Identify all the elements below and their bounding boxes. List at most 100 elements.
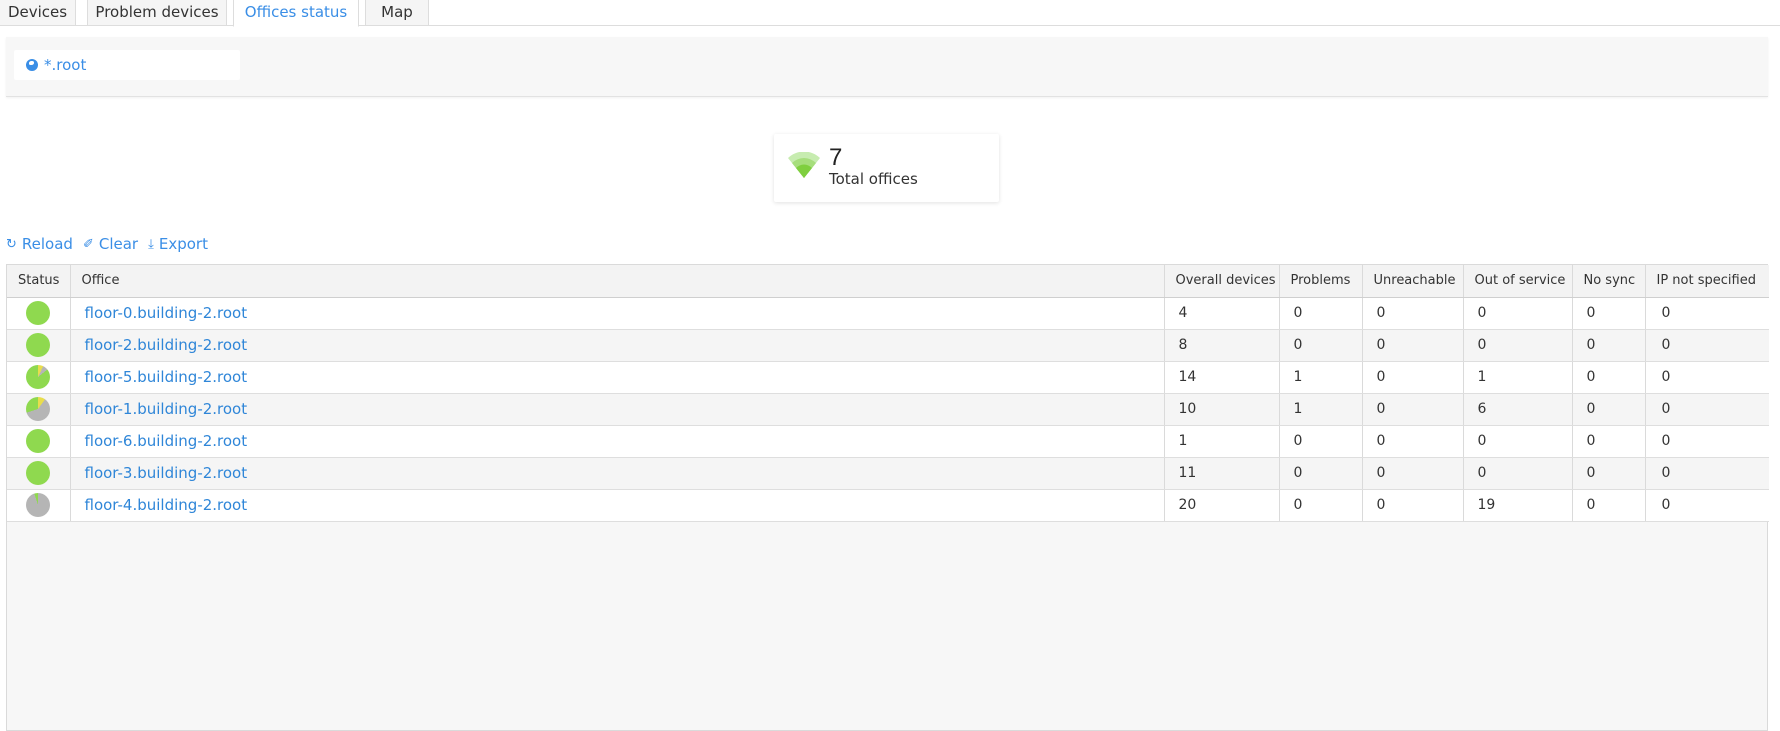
no-sync-cell: 0 <box>1572 297 1646 330</box>
office-cell: floor-1.building-2.root <box>70 393 1165 426</box>
column-header-status[interactable]: Status <box>7 265 71 298</box>
office-link[interactable]: floor-4.building-2.root <box>85 496 248 514</box>
out-of-service-cell: 0 <box>1463 329 1573 362</box>
ip-not-specified-cell: 0 <box>1645 457 1769 490</box>
office-cell: floor-4.building-2.root <box>70 489 1165 522</box>
office-filter[interactable]: *.root <box>14 50 240 80</box>
table-row[interactable]: floor-2.building-2.root 8 0 0 0 0 0 <box>7 329 1769 362</box>
overall-devices-cell: 1 <box>1164 425 1280 458</box>
ip-not-specified-cell: 0 <box>1645 297 1769 330</box>
ip-not-specified-cell: 0 <box>1645 393 1769 426</box>
unreachable-cell: 0 <box>1362 361 1464 394</box>
overall-devices-cell: 10 <box>1164 393 1280 426</box>
status-pie-icon <box>26 429 50 453</box>
total-offices-label: Total offices <box>829 170 918 188</box>
problems-cell: 0 <box>1279 457 1363 490</box>
status-pie-icon <box>26 365 50 389</box>
globe-icon <box>26 59 38 71</box>
status-cell <box>7 361 71 394</box>
status-cell <box>7 393 71 426</box>
column-header-office[interactable]: Office <box>70 265 1165 298</box>
office-cell: floor-0.building-2.root <box>70 297 1165 330</box>
column-header-unreachable[interactable]: Unreachable <box>1362 265 1464 298</box>
wifi-signal-icon <box>788 152 820 178</box>
status-pie-icon <box>26 493 50 517</box>
refresh-icon: ↻ <box>6 236 17 252</box>
export-button[interactable]: ⤓ Export <box>148 235 208 253</box>
status-pie-icon <box>26 301 50 325</box>
status-cell <box>7 457 71 490</box>
no-sync-cell: 0 <box>1572 361 1646 394</box>
column-header-problems[interactable]: Problems <box>1279 265 1363 298</box>
overall-devices-cell: 20 <box>1164 489 1280 522</box>
table-header-row: Status Office Overall devices Problems U… <box>7 265 1769 298</box>
toolbar: ↻ Reload ✐ Clear ⤓ Export <box>6 234 218 254</box>
ip-not-specified-cell: 0 <box>1645 425 1769 458</box>
filter-panel: *.root <box>6 37 1768 97</box>
export-label: Export <box>158 235 208 253</box>
status-cell <box>7 297 71 330</box>
table-row[interactable]: floor-4.building-2.root 20 0 0 19 0 0 <box>7 489 1769 522</box>
status-cell <box>7 329 71 362</box>
office-cell: floor-5.building-2.root <box>70 361 1165 394</box>
table-row[interactable]: floor-6.building-2.root 1 0 0 0 0 0 <box>7 425 1769 458</box>
no-sync-cell: 0 <box>1572 425 1646 458</box>
office-link[interactable]: floor-6.building-2.root <box>85 432 248 450</box>
reload-button[interactable]: ↻ Reload <box>6 235 73 253</box>
office-link[interactable]: floor-2.building-2.root <box>85 336 248 354</box>
total-offices-card: 7 Total offices <box>774 134 999 202</box>
office-cell: floor-6.building-2.root <box>70 425 1165 458</box>
table-row[interactable]: floor-0.building-2.root 4 0 0 0 0 0 <box>7 297 1769 330</box>
clear-button[interactable]: ✐ Clear <box>83 235 138 253</box>
download-icon: ⤓ <box>148 236 154 252</box>
problems-cell: 0 <box>1279 489 1363 522</box>
offices-table: Status Office Overall devices Problems U… <box>6 264 1769 731</box>
unreachable-cell: 0 <box>1362 425 1464 458</box>
problems-cell: 0 <box>1279 329 1363 362</box>
tab-bar: Devices Problem devices Offices status M… <box>0 0 1780 27</box>
no-sync-cell: 0 <box>1572 457 1646 490</box>
status-pie-icon <box>26 461 50 485</box>
out-of-service-cell: 6 <box>1463 393 1573 426</box>
office-link[interactable]: floor-0.building-2.root <box>85 304 248 322</box>
out-of-service-cell: 0 <box>1463 457 1573 490</box>
office-link[interactable]: floor-3.building-2.root <box>85 464 248 482</box>
tab-problem-devices[interactable]: Problem devices <box>87 0 227 26</box>
overall-devices-cell: 8 <box>1164 329 1280 362</box>
out-of-service-cell: 0 <box>1463 425 1573 458</box>
overall-devices-cell: 4 <box>1164 297 1280 330</box>
office-cell: floor-3.building-2.root <box>70 457 1165 490</box>
column-header-out-of-service[interactable]: Out of service <box>1463 265 1573 298</box>
unreachable-cell: 0 <box>1362 297 1464 330</box>
status-cell <box>7 425 71 458</box>
eraser-icon: ✐ <box>82 236 94 252</box>
column-header-ip-not-specified[interactable]: IP not specified <box>1645 265 1769 298</box>
office-link[interactable]: floor-1.building-2.root <box>85 400 248 418</box>
reload-label: Reload <box>21 235 73 253</box>
tab-devices[interactable]: Devices <box>0 0 76 26</box>
tab-map[interactable]: Map <box>365 0 429 26</box>
unreachable-cell: 0 <box>1362 329 1464 362</box>
unreachable-cell: 0 <box>1362 393 1464 426</box>
problems-cell: 1 <box>1279 393 1363 426</box>
out-of-service-cell: 1 <box>1463 361 1573 394</box>
problems-cell: 0 <box>1279 425 1363 458</box>
office-filter-value: *.root <box>44 56 87 74</box>
column-header-overall-devices[interactable]: Overall devices <box>1164 265 1280 298</box>
status-pie-icon <box>26 397 50 421</box>
table-row[interactable]: floor-1.building-2.root 10 1 0 6 0 0 <box>7 393 1769 426</box>
clear-label: Clear <box>98 235 139 253</box>
problems-cell: 1 <box>1279 361 1363 394</box>
tab-offices-status[interactable]: Offices status <box>233 0 359 27</box>
unreachable-cell: 0 <box>1362 457 1464 490</box>
column-header-no-sync[interactable]: No sync <box>1572 265 1646 298</box>
out-of-service-cell: 0 <box>1463 297 1573 330</box>
table-row[interactable]: floor-3.building-2.root 11 0 0 0 0 0 <box>7 457 1769 490</box>
office-cell: floor-2.building-2.root <box>70 329 1165 362</box>
overall-devices-cell: 11 <box>1164 457 1280 490</box>
overall-devices-cell: 14 <box>1164 361 1280 394</box>
out-of-service-cell: 19 <box>1463 489 1573 522</box>
table-row[interactable]: floor-5.building-2.root 14 1 0 1 0 0 <box>7 361 1769 394</box>
office-link[interactable]: floor-5.building-2.root <box>85 368 248 386</box>
ip-not-specified-cell: 0 <box>1645 361 1769 394</box>
